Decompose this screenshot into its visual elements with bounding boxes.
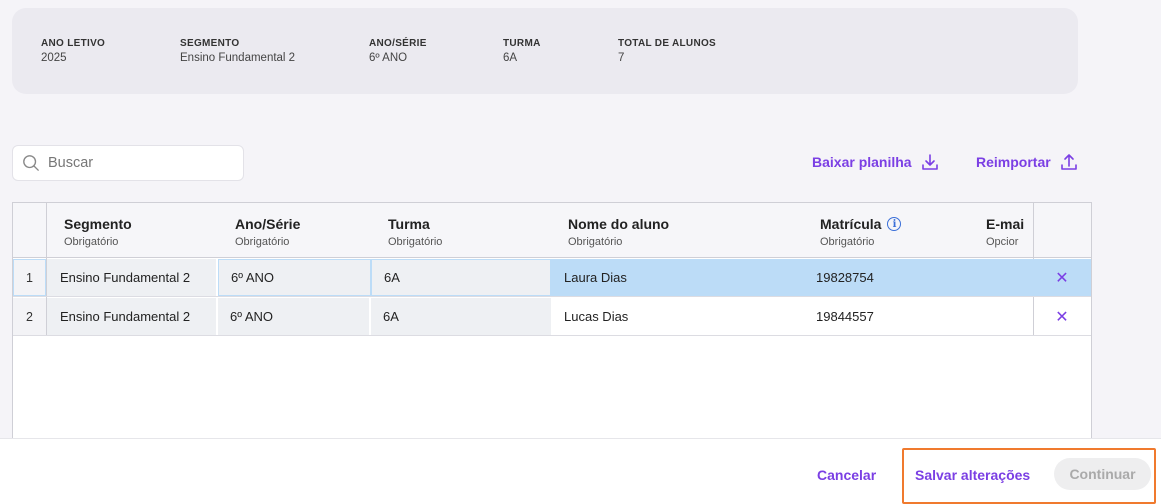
cell-segmento[interactable]: Ensino Fundamental 2 [47, 298, 218, 335]
info-icon[interactable]: i [887, 217, 902, 231]
cell-nome[interactable]: Laura Dias [551, 259, 803, 296]
column-header-email: E-mai Opcior [986, 216, 1034, 248]
cell-turma[interactable]: 6A [371, 298, 551, 335]
column-subtitle: Obrigatório [568, 236, 623, 248]
delete-row-button[interactable]: ✕ [1033, 298, 1091, 335]
continue-button[interactable]: Continuar [1054, 458, 1151, 490]
download-spreadsheet-label: Baixar planilha [812, 154, 912, 170]
column-subtitle: Obrigatório [235, 236, 290, 248]
summary-ano-serie: ANO/SÉRIE 6º ANO [369, 38, 427, 64]
column-title: Ano/Série [235, 216, 301, 232]
cell-matricula[interactable]: 19844557 [803, 298, 1033, 335]
column-title: Segmento [64, 216, 132, 232]
summary-value: 2025 [41, 52, 67, 64]
column-header-nome: Nome do aluno Obrigatório [568, 216, 669, 248]
download-spreadsheet-button[interactable]: Baixar planilha [812, 152, 940, 172]
cell-turma[interactable]: 6A [371, 259, 551, 296]
column-subtitle: Obrigatório [820, 236, 875, 248]
search-input[interactable] [48, 155, 228, 171]
summary-value: 7 [618, 52, 625, 64]
upload-icon [1060, 154, 1077, 170]
summary-turma: TURMA 6A [503, 38, 541, 64]
cell-segmento[interactable]: Ensino Fundamental 2 [47, 259, 218, 296]
column-title: Turma [388, 216, 430, 232]
table-header: Segmento Obrigatório Ano/Série Obrigatór… [13, 203, 1091, 258]
students-table: Segmento Obrigatório Ano/Série Obrigatór… [12, 202, 1092, 452]
cell-ano-serie[interactable]: 6º ANO [218, 298, 371, 335]
cell-ano-serie[interactable]: 6º ANO [218, 259, 371, 296]
column-header-matricula: Matrícula i Obrigatório [820, 216, 902, 248]
column-title: E-mai [986, 216, 1025, 232]
row-number: 1 [13, 259, 46, 296]
close-icon: ✕ [1055, 308, 1069, 326]
column-title-wrap: Matrícula i [820, 216, 902, 232]
summary-value: 6º ANO [369, 52, 408, 64]
close-icon: ✕ [1055, 269, 1069, 287]
summary-segmento: SEGMENTO Ensino Fundamental 2 [180, 38, 295, 64]
column-title: Matrícula [820, 216, 882, 232]
summary-label: TURMA [503, 38, 541, 49]
column-header-ano-serie: Ano/Série Obrigatório [235, 216, 300, 248]
summary-total-alunos: TOTAL DE ALUNOS 7 [618, 38, 716, 64]
column-title: Nome do aluno [568, 216, 670, 232]
cancel-button[interactable]: Cancelar [817, 467, 876, 483]
search-box[interactable] [12, 145, 244, 181]
cell-nome[interactable]: Lucas Dias [551, 298, 803, 335]
cell-matricula[interactable]: 19828754 [803, 259, 1033, 296]
footer-bar: Cancelar Salvar alterações Continuar [0, 438, 1161, 504]
table-row[interactable]: 1 Ensino Fundamental 2 6º ANO 6A Laura D… [13, 259, 1091, 297]
download-icon [921, 154, 938, 170]
summary-ano-letivo: ANO LETIVO 2025 [41, 38, 105, 64]
summary-label: SEGMENTO [180, 38, 240, 49]
summary-label: ANO/SÉRIE [369, 38, 427, 49]
summary-label: TOTAL DE ALUNOS [618, 38, 717, 49]
table-row[interactable]: 2 Ensino Fundamental 2 6º ANO 6A Lucas D… [13, 298, 1091, 336]
column-subtitle: Obrigatório [388, 236, 443, 248]
row-number: 2 [13, 298, 46, 335]
save-changes-button[interactable]: Salvar alterações [915, 467, 1030, 483]
summary-value: 6A [503, 52, 518, 64]
delete-row-button[interactable]: ✕ [1033, 259, 1091, 296]
column-subtitle: Opcior [986, 236, 1019, 248]
summary-value: Ensino Fundamental 2 [180, 52, 296, 64]
reimport-button[interactable]: Reimportar [976, 152, 1079, 172]
column-header-segmento: Segmento Obrigatório [64, 216, 132, 248]
class-summary-card: ANO LETIVO 2025 SEGMENTO Ensino Fundamen… [12, 8, 1078, 94]
column-subtitle: Obrigatório [64, 236, 119, 248]
reimport-label: Reimportar [976, 154, 1051, 170]
search-icon [23, 155, 39, 171]
column-header-turma: Turma Obrigatório [388, 216, 442, 248]
summary-label: ANO LETIVO [41, 38, 106, 49]
